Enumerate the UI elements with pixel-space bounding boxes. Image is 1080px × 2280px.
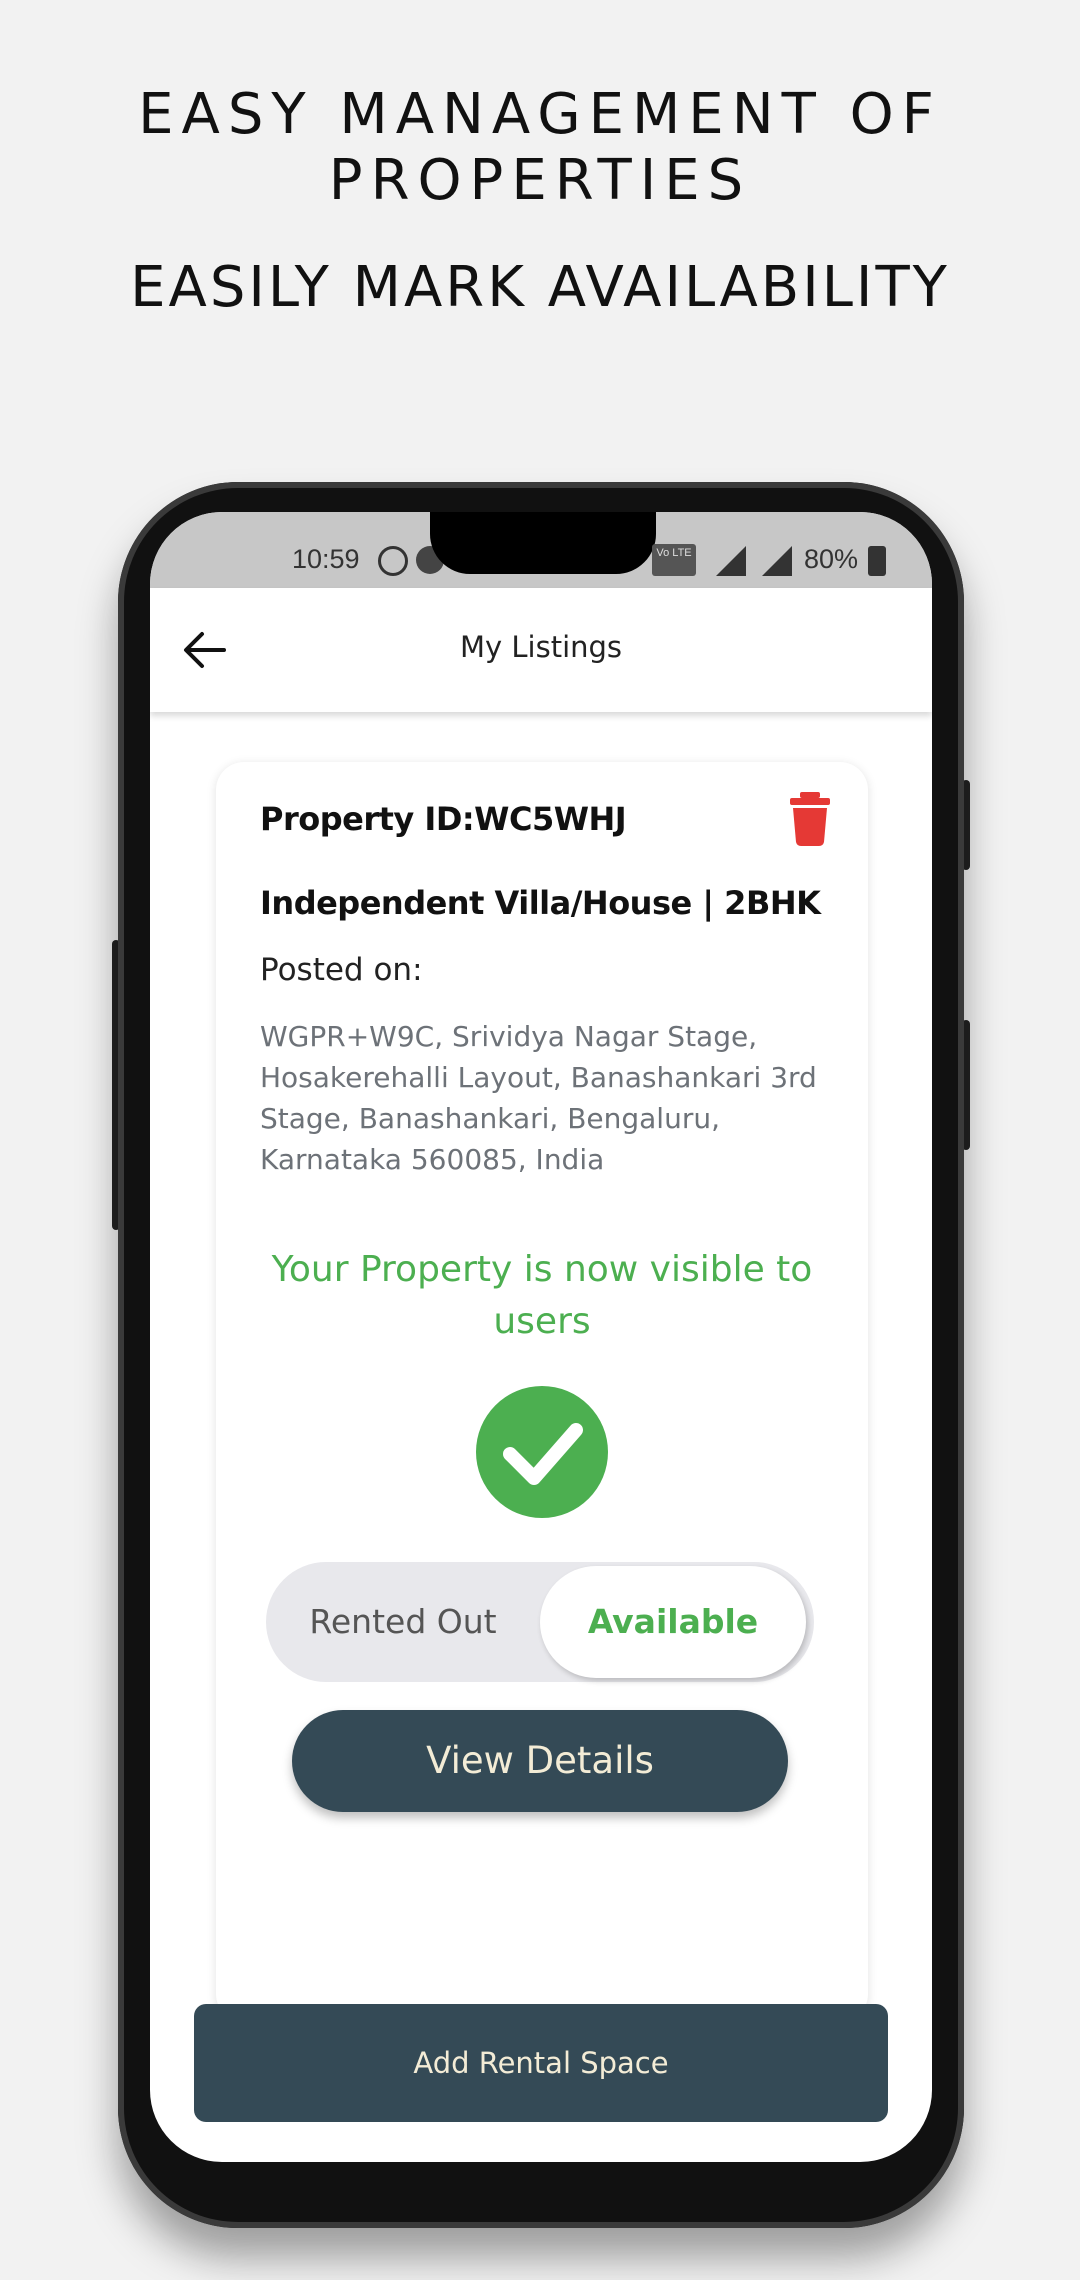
camera-notch: [430, 512, 656, 574]
view-details-button[interactable]: View Details: [292, 1710, 788, 1812]
phone-screen: 10:59 Vo LTE 80% My Listings Property ID…: [150, 512, 932, 2162]
check-circle-icon: [476, 1386, 608, 1518]
promo-subtitle: EASILY MARK AVAILABILITY: [130, 255, 950, 320]
add-rental-space-button[interactable]: Add Rental Space: [194, 2004, 888, 2122]
property-address: WGPR+W9C, Srividya Nagar Stage, Hosakere…: [260, 1020, 817, 1176]
signal-4g-icon: [716, 546, 746, 576]
delete-listing-button[interactable]: [790, 792, 830, 846]
volte-icon: Vo LTE: [652, 544, 696, 576]
battery-icon: [868, 546, 886, 576]
app-bar: My Listings: [150, 588, 932, 712]
signal-icon: [762, 546, 792, 576]
visibility-message: Your Property is now visible to users: [271, 1249, 813, 1342]
property-type: Independent Villa/House | 2BHK: [260, 884, 821, 922]
page-title: My Listings: [459, 630, 623, 664]
availability-toggle[interactable]: Rented Out Available: [266, 1562, 814, 1682]
toggle-rented-out[interactable]: Rented Out: [266, 1562, 540, 1682]
property-id: Property ID:WC5WHJ: [260, 800, 627, 838]
battery-percent: 80%: [804, 544, 859, 574]
status-bar: 10:59 Vo LTE 80%: [150, 512, 932, 588]
toggle-available[interactable]: Available: [540, 1566, 806, 1678]
promo-title: EASY MANAGEMENT OF PROPERTIES: [138, 82, 942, 213]
posted-on-label: Posted on:: [260, 952, 423, 988]
listing-card: Property ID:WC5WHJ Independent Villa/Hou…: [216, 762, 868, 2022]
trash-icon: [790, 792, 830, 846]
status-time: 10:59: [292, 544, 360, 574]
whatsapp-icon: [378, 546, 408, 576]
